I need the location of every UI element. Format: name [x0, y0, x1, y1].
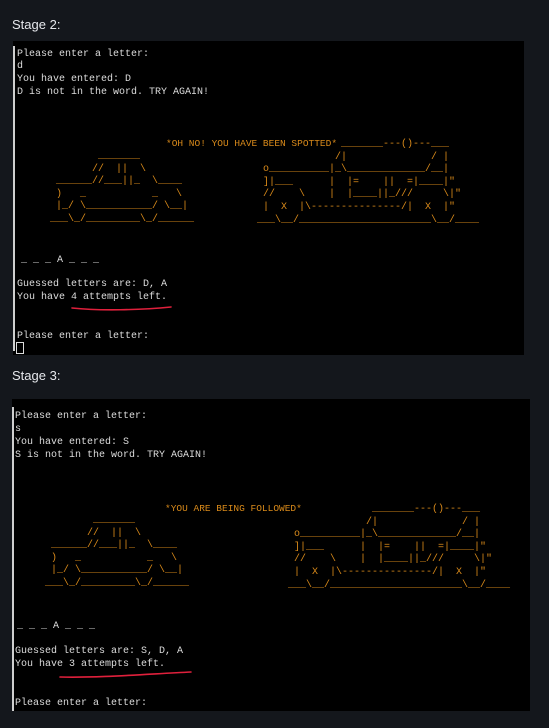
stage-3-terminal: Please enter a letter: s You have entere… — [12, 399, 530, 711]
prompt-line-2: Please enter a letter: — [15, 698, 148, 709]
terminal-left-edge — [13, 46, 15, 351]
stage-3-heading: Stage 3: — [12, 368, 61, 383]
stage-2-heading: Stage 2: — [12, 17, 61, 32]
word-progress: _ _ _ A _ _ _ — [17, 621, 96, 632]
entered-line: You have entered: D — [17, 74, 132, 85]
terminal-left-edge — [12, 407, 14, 711]
alert-banner: *YOU ARE BEING FOLLOWED* — [165, 503, 302, 514]
car-ascii-art: _______ // || \ ______//___||_ \____ ) _… — [45, 515, 190, 589]
prompt-line: Please enter a letter: — [15, 411, 148, 422]
entered-line: You have entered: S — [15, 437, 130, 448]
guessed-letters-line: Guessed letters are: S, D, A — [15, 646, 184, 657]
guessed-letters-line: Guessed letters are: D, A — [17, 279, 168, 290]
car-ascii-art: _______ // || \ ______//___||_ \____ ) _… — [50, 151, 195, 225]
word-progress: _ _ _ A _ _ _ — [21, 255, 100, 266]
user-input-line: d — [17, 61, 24, 72]
user-input-line: s — [15, 424, 22, 435]
prompt-line-2: Please enter a letter: — [17, 331, 150, 342]
result-line: D is not in the word. TRY AGAIN! — [17, 87, 210, 98]
result-line: S is not in the word. TRY AGAIN! — [15, 450, 208, 461]
attempts-underline — [71, 306, 172, 311]
van-ascii-art: _______---()---___ /| / | o__________|_\… — [257, 139, 480, 226]
attempts-underline — [59, 671, 192, 678]
van-ascii-art: _______---()---___ /| / | o__________|_\… — [288, 504, 511, 591]
input-cursor[interactable] — [16, 342, 24, 354]
prompt-line: Please enter a letter: — [17, 49, 150, 60]
attempts-prefix: You have — [15, 659, 70, 670]
attempts-prefix: You have — [17, 292, 72, 303]
attempts-remaining: 3 attempts left. — [69, 659, 166, 670]
